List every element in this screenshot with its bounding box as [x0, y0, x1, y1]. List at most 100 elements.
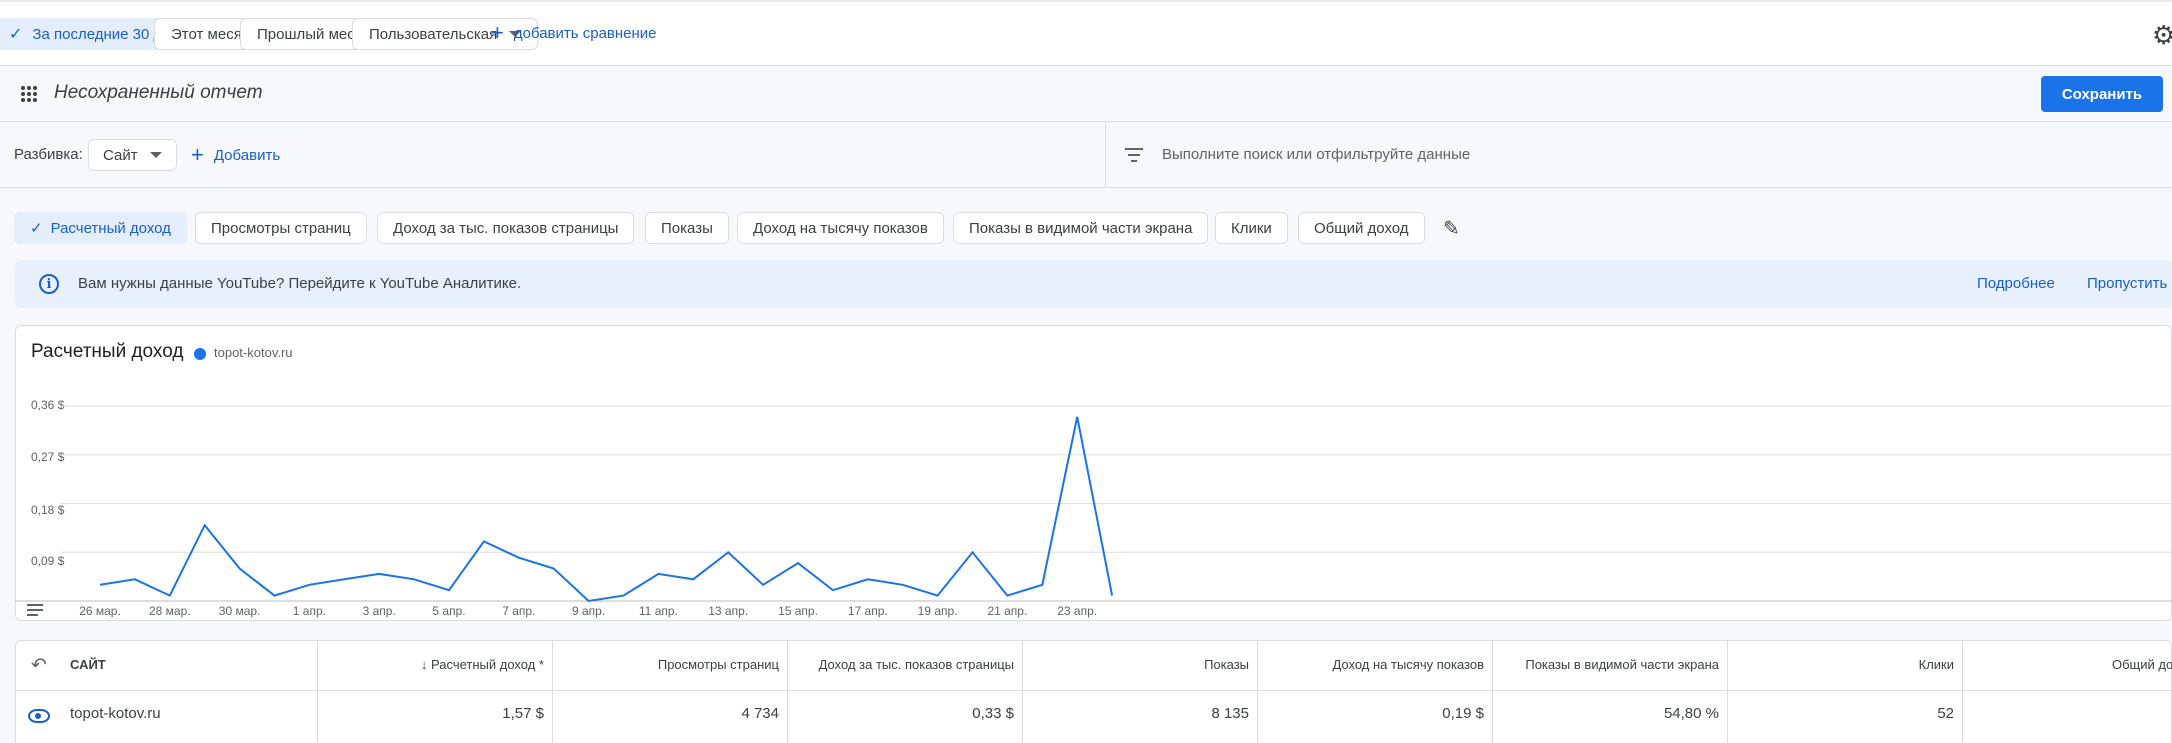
add-comparison-label: добавить сравнение	[513, 24, 657, 42]
eye-icon[interactable]	[28, 709, 50, 723]
add-comparison-button[interactable]: + добавить сравнение	[491, 22, 657, 44]
column-divider	[787, 640, 788, 743]
table-cell: 8 135	[1211, 705, 1249, 722]
report-header: Несохраненный отчет	[0, 66, 2172, 122]
column-divider	[552, 640, 553, 743]
date-chip-label: Этот месяц	[171, 25, 251, 43]
chart-card	[15, 325, 2172, 621]
header-divider	[15, 690, 2172, 691]
y-tick-label: 0,09 $	[31, 554, 65, 568]
banner-more-link[interactable]: Подробнее	[1977, 275, 2055, 292]
column-header-impressions[interactable]: Показы	[1204, 657, 1249, 672]
x-tick-label: 17 апр.	[847, 604, 888, 618]
legend-series-name: topot-kotov.ru	[214, 345, 293, 360]
column-header-site[interactable]: САЙТ	[70, 657, 106, 672]
breakdown-label: Разбивка:	[14, 146, 83, 163]
metric-chip-label: Показы в видимой части экрана	[969, 219, 1193, 237]
column-header-total-earnings[interactable]: Общий до	[2112, 657, 2172, 672]
gear-icon[interactable]: ⚙	[2152, 22, 2172, 48]
table-cell: 52	[1937, 705, 1954, 722]
column-divider	[1962, 640, 1963, 743]
x-tick-label: 9 апр.	[572, 604, 606, 618]
metric-chip-total-earnings[interactable]: Общий доход	[1298, 212, 1425, 244]
chart-title: Расчетный доход	[31, 341, 184, 362]
search-input[interactable]: Выполните поиск или отфильтруйте данные	[1162, 146, 1470, 163]
legend-toggle-icon[interactable]	[27, 604, 43, 619]
column-header-impression-rpm[interactable]: Доход на тысячу показов	[1332, 657, 1484, 672]
x-tick-label: 11 апр.	[638, 604, 678, 618]
add-breakdown-label: Добавить	[213, 146, 281, 164]
table-cell: 0,33 $	[972, 705, 1014, 722]
metric-chip-label: Общий доход	[1314, 219, 1409, 237]
x-tick-label: 28 мар.	[148, 604, 191, 618]
divider	[1105, 122, 1106, 188]
table-cell-site[interactable]: topot-kotov.ru	[70, 705, 161, 722]
x-tick-label: 26 мар.	[79, 604, 121, 618]
column-divider	[1492, 640, 1493, 743]
column-header-page-rpm[interactable]: Доход за тыс. показов страницы	[819, 657, 1014, 672]
check-icon: ✓	[30, 220, 43, 237]
metric-chip-page-views[interactable]: Просмотры страниц	[195, 212, 367, 244]
x-tick-label: 13 апр.	[708, 604, 749, 618]
column-divider	[1727, 640, 1728, 743]
x-tick-label: 5 апр.	[432, 604, 466, 618]
x-tick-label: 23 апр.	[1057, 604, 1098, 618]
info-icon: i	[39, 274, 59, 294]
apps-grid-icon[interactable]	[21, 86, 37, 102]
column-header-page-views[interactable]: Просмотры страниц	[658, 657, 779, 672]
x-tick-label: 15 апр.	[778, 604, 818, 618]
x-tick-label: 1 апр.	[292, 604, 326, 618]
column-header-clicks[interactable]: Клики	[1919, 657, 1954, 672]
column-divider	[1022, 640, 1023, 743]
metric-chip-active-view[interactable]: Показы в видимой части экрана	[953, 212, 1209, 244]
filter-icon[interactable]	[1125, 148, 1143, 166]
metric-chip-estimated-earnings[interactable]: ✓ Расчетный доход	[14, 212, 187, 244]
breakdown-value: Сайт	[103, 146, 138, 164]
y-tick-label: 0,27 $	[31, 450, 65, 464]
x-tick-label: 19 апр.	[917, 604, 958, 618]
y-tick-label: 0,18 $	[31, 503, 65, 517]
add-breakdown-button[interactable]: + Добавить	[191, 144, 280, 166]
table-cell: 4 734	[741, 705, 779, 722]
legend-dot	[194, 348, 206, 360]
table-cell: 0,19 $	[1442, 705, 1484, 722]
column-divider	[317, 640, 318, 743]
table-cell: 54,80 %	[1663, 705, 1719, 722]
plus-icon: +	[491, 20, 504, 45]
report-table	[15, 640, 2172, 743]
column-header-label: Расчетный доход *	[431, 657, 544, 672]
x-tick-label: 7 апр.	[502, 604, 536, 618]
plus-icon: +	[191, 142, 204, 167]
undo-icon[interactable]: ↶	[31, 654, 47, 677]
caret-down-icon	[149, 152, 162, 158]
column-header-estimated-earnings[interactable]: ↓ Расчетный доход *	[421, 657, 544, 672]
metric-chip-label: Показы	[661, 219, 713, 237]
metric-chip-impression-rpm[interactable]: Доход на тысячу показов	[737, 212, 944, 244]
metric-chip-impressions[interactable]: Показы	[645, 212, 729, 244]
date-range-bar: ✓ За последние 30 дней Этот месяц Прошлы…	[0, 0, 2172, 66]
metric-chip-label: Доход на тысячу показов	[753, 219, 928, 237]
report-title: Несохраненный отчет	[54, 82, 263, 103]
metric-chip-label: Просмотры страниц	[211, 219, 351, 237]
metric-chip-page-rpm[interactable]: Доход за тыс. показов страницы	[377, 212, 635, 244]
save-button[interactable]: Сохранить	[2041, 76, 2163, 112]
table-cell: 1,57 $	[502, 705, 544, 722]
breakdown-bar: Разбивка: Сайт + Добавить	[0, 122, 2172, 188]
x-tick-label: 21 апр.	[987, 604, 1028, 618]
x-tick-label: 30 мар.	[218, 604, 261, 618]
banner-skip-link[interactable]: Пропустить	[2087, 275, 2167, 292]
youtube-banner: i Вам нужны данные YouTube? Перейдите к …	[15, 260, 2172, 308]
x-tick-label: 3 апр.	[362, 604, 396, 618]
y-tick-label: 0,36 $	[31, 398, 65, 412]
metric-chip-label: Доход за тыс. показов страницы	[393, 219, 619, 237]
sort-arrow-icon: ↓	[420, 657, 432, 672]
breakdown-select[interactable]: Сайт	[88, 139, 177, 171]
metric-chip-label: Расчетный доход	[50, 219, 171, 237]
edit-pencil-icon[interactable]: ✎	[1443, 216, 1460, 241]
check-icon: ✓	[9, 26, 23, 43]
metric-chip-label: Клики	[1231, 219, 1272, 237]
metric-chip-clicks[interactable]: Клики	[1215, 212, 1288, 244]
banner-text: Вам нужны данные YouTube? Перейдите к Yo…	[78, 275, 522, 292]
column-divider	[1257, 640, 1258, 743]
column-header-active-view[interactable]: Показы в видимой части экрана	[1525, 657, 1719, 672]
